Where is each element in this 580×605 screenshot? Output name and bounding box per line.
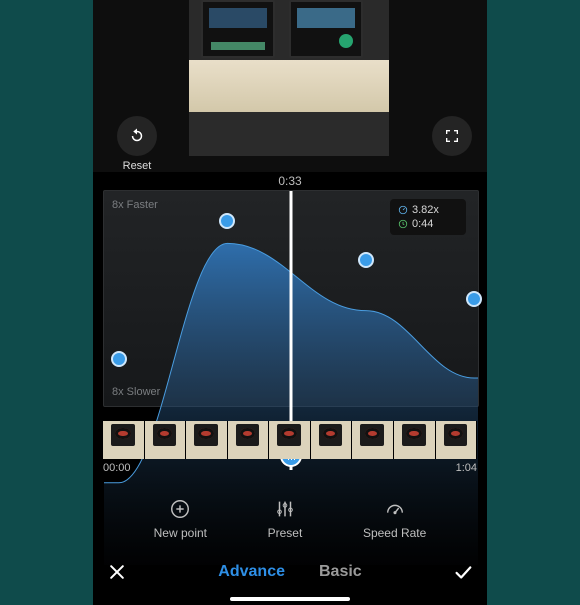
tab-basic[interactable]: Basic: [319, 563, 362, 581]
curve-point[interactable]: [111, 351, 127, 367]
confirm-button[interactable]: [439, 561, 487, 583]
gauge-icon: [384, 498, 406, 520]
speed-rate-button[interactable]: Speed Rate: [363, 498, 426, 540]
playhead-time: 0:33: [93, 174, 487, 188]
fullscreen-button[interactable]: [432, 116, 472, 156]
tab-advance[interactable]: Advance: [218, 563, 285, 581]
speed-rate-label: Speed Rate: [363, 526, 426, 540]
preset-button[interactable]: Preset: [268, 498, 303, 540]
curve-point[interactable]: [219, 213, 235, 229]
thumbnail: [269, 421, 311, 459]
reset-icon: [128, 127, 146, 145]
thumbnail: [352, 421, 394, 459]
new-point-label: New point: [154, 526, 207, 540]
preview-image: [189, 0, 389, 156]
speed-graph[interactable]: 8x Faster 8x Slower 3.82x 0:44: [103, 190, 479, 407]
strip-end-time: 1:04: [456, 462, 477, 474]
thumbnail: [103, 421, 145, 459]
close-icon: [107, 562, 127, 582]
reset-label: Reset: [107, 160, 167, 172]
thumbnail: [311, 421, 353, 459]
check-icon: [452, 561, 474, 583]
action-toolbar: New point Preset Speed Rate: [93, 490, 487, 548]
bottom-bar: Advance Basic: [93, 552, 487, 592]
thumbnail-strip[interactable]: [103, 421, 477, 459]
home-indicator[interactable]: [230, 597, 350, 601]
strip-start-time: 00:00: [103, 462, 131, 474]
thumbnail: [186, 421, 228, 459]
thumbnail: [436, 421, 478, 459]
preset-label: Preset: [268, 526, 303, 540]
new-point-button[interactable]: New point: [154, 498, 207, 540]
cancel-button[interactable]: [93, 562, 141, 582]
plus-circle-icon: [169, 498, 191, 520]
curve-point[interactable]: [466, 291, 482, 307]
thumbnail: [394, 421, 436, 459]
reset-button[interactable]: [117, 116, 157, 156]
thumbnail: [228, 421, 270, 459]
sliders-icon: [274, 498, 296, 520]
thumbnail: [145, 421, 187, 459]
fullscreen-icon: [444, 128, 460, 144]
curve-point[interactable]: [358, 252, 374, 268]
